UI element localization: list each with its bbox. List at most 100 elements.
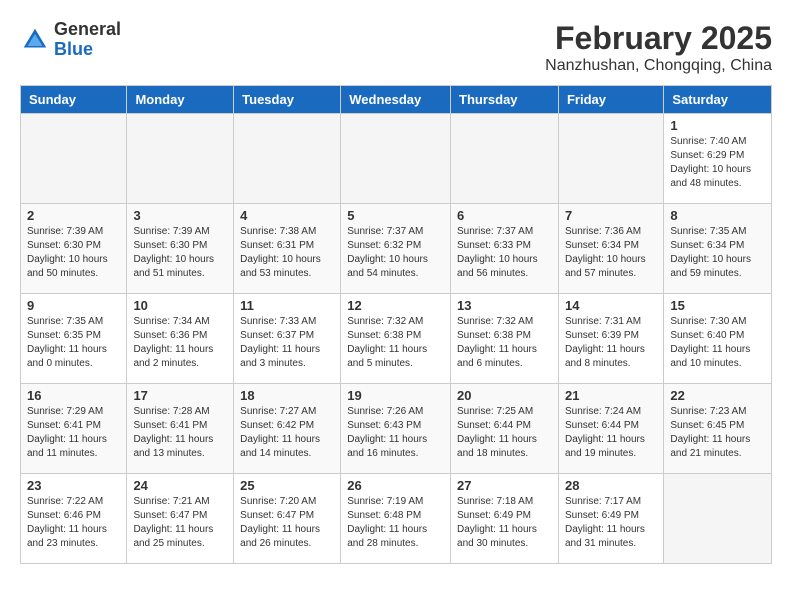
day-info: Sunrise: 7:39 AM Sunset: 6:30 PM Dayligh… (133, 225, 227, 281)
day-number: 12 (347, 298, 444, 313)
header-friday: Friday (558, 86, 663, 114)
title-block: February 2025 Nanzhushan, Chongqing, Chi… (545, 20, 772, 75)
day-info: Sunrise: 7:32 AM Sunset: 6:38 PM Dayligh… (457, 315, 552, 371)
table-row: 23 Sunrise: 7:22 AM Sunset: 6:46 PM Dayli… (21, 474, 127, 564)
header-thursday: Thursday (451, 86, 559, 114)
day-number: 5 (347, 208, 444, 223)
day-number: 23 (27, 478, 120, 493)
day-info: Sunrise: 7:34 AM Sunset: 6:36 PM Dayligh… (133, 315, 227, 371)
day-info: Sunrise: 7:35 AM Sunset: 6:35 PM Dayligh… (27, 315, 120, 371)
header-wednesday: Wednesday (341, 86, 451, 114)
day-info: Sunrise: 7:21 AM Sunset: 6:47 PM Dayligh… (133, 495, 227, 551)
table-row (127, 114, 234, 204)
table-row: 16 Sunrise: 7:29 AM Sunset: 6:41 PM Dayli… (21, 384, 127, 474)
table-row: 8 Sunrise: 7:35 AM Sunset: 6:34 PM Daylig… (664, 204, 772, 294)
calendar-week-row: 23 Sunrise: 7:22 AM Sunset: 6:46 PM Dayli… (21, 474, 772, 564)
day-info: Sunrise: 7:35 AM Sunset: 6:34 PM Dayligh… (670, 225, 765, 281)
calendar-week-row: 1 Sunrise: 7:40 AM Sunset: 6:29 PM Daylig… (21, 114, 772, 204)
day-info: Sunrise: 7:39 AM Sunset: 6:30 PM Dayligh… (27, 225, 120, 281)
table-row (451, 114, 559, 204)
day-info: Sunrise: 7:18 AM Sunset: 6:49 PM Dayligh… (457, 495, 552, 551)
day-number: 14 (565, 298, 657, 313)
header-monday: Monday (127, 86, 234, 114)
table-row (558, 114, 663, 204)
day-number: 15 (670, 298, 765, 313)
table-row: 19Sunrise: 7:26 AM Sunset: 6:43 PM Dayli… (341, 384, 451, 474)
table-row: 13 Sunrise: 7:32 AM Sunset: 6:38 PM Dayli… (451, 294, 559, 384)
table-row: 24 Sunrise: 7:21 AM Sunset: 6:47 PM Dayli… (127, 474, 234, 564)
day-number: 6 (457, 208, 552, 223)
table-row: 25 Sunrise: 7:20 AM Sunset: 6:47 PM Dayli… (234, 474, 341, 564)
table-row: 6 Sunrise: 7:37 AM Sunset: 6:33 PM Daylig… (451, 204, 559, 294)
table-row: 15 Sunrise: 7:30 AM Sunset: 6:40 PM Dayli… (664, 294, 772, 384)
day-info: Sunrise: 7:37 AM Sunset: 6:33 PM Dayligh… (457, 225, 552, 281)
day-number: 16 (27, 388, 120, 403)
day-info: Sunrise: 7:33 AM Sunset: 6:37 PM Dayligh… (240, 315, 334, 371)
day-info: Sunrise: 7:32 AM Sunset: 6:38 PM Dayligh… (347, 315, 444, 371)
day-info: Sunrise: 7:38 AM Sunset: 6:31 PM Dayligh… (240, 225, 334, 281)
table-row: 9Sunrise: 7:35 AM Sunset: 6:35 PM Daylig… (21, 294, 127, 384)
day-info: Sunrise: 7:19 AM Sunset: 6:48 PM Dayligh… (347, 495, 444, 551)
day-info: Sunrise: 7:36 AM Sunset: 6:34 PM Dayligh… (565, 225, 657, 281)
day-info: Sunrise: 7:40 AM Sunset: 6:29 PM Dayligh… (670, 135, 765, 191)
day-number: 24 (133, 478, 227, 493)
day-number: 26 (347, 478, 444, 493)
calendar-table: Sunday Monday Tuesday Wednesday Thursday… (20, 85, 772, 564)
day-number: 25 (240, 478, 334, 493)
table-row: 14 Sunrise: 7:31 AM Sunset: 6:39 PM Dayli… (558, 294, 663, 384)
day-info: Sunrise: 7:20 AM Sunset: 6:47 PM Dayligh… (240, 495, 334, 551)
day-number: 8 (670, 208, 765, 223)
day-number: 7 (565, 208, 657, 223)
table-row: 3 Sunrise: 7:39 AM Sunset: 6:30 PM Daylig… (127, 204, 234, 294)
day-info: Sunrise: 7:22 AM Sunset: 6:46 PM Dayligh… (27, 495, 120, 551)
day-info: Sunrise: 7:24 AM Sunset: 6:44 PM Dayligh… (565, 405, 657, 461)
header-tuesday: Tuesday (234, 86, 341, 114)
day-number: 20 (457, 388, 552, 403)
location-title: Nanzhushan, Chongqing, China (545, 57, 772, 75)
day-number: 4 (240, 208, 334, 223)
day-number: 18 (240, 388, 334, 403)
day-info: Sunrise: 7:28 AM Sunset: 6:41 PM Dayligh… (133, 405, 227, 461)
day-number: 1 (670, 118, 765, 133)
logo-icon (20, 25, 50, 55)
header-saturday: Saturday (664, 86, 772, 114)
month-title: February 2025 (545, 20, 772, 57)
calendar-week-row: 9Sunrise: 7:35 AM Sunset: 6:35 PM Daylig… (21, 294, 772, 384)
day-info: Sunrise: 7:26 AM Sunset: 6:43 PM Dayligh… (347, 405, 444, 461)
table-row (341, 114, 451, 204)
calendar-week-row: 2Sunrise: 7:39 AM Sunset: 6:30 PM Daylig… (21, 204, 772, 294)
table-row: 1 Sunrise: 7:40 AM Sunset: 6:29 PM Daylig… (664, 114, 772, 204)
day-number: 3 (133, 208, 227, 223)
table-row: 21 Sunrise: 7:24 AM Sunset: 6:44 PM Dayli… (558, 384, 663, 474)
table-row: 5 Sunrise: 7:37 AM Sunset: 6:32 PM Daylig… (341, 204, 451, 294)
table-row: 28 Sunrise: 7:17 AM Sunset: 6:49 PM Dayli… (558, 474, 663, 564)
day-info: Sunrise: 7:37 AM Sunset: 6:32 PM Dayligh… (347, 225, 444, 281)
day-info: Sunrise: 7:30 AM Sunset: 6:40 PM Dayligh… (670, 315, 765, 371)
day-number: 28 (565, 478, 657, 493)
day-number: 17 (133, 388, 227, 403)
day-number: 10 (133, 298, 227, 313)
calendar-week-row: 16 Sunrise: 7:29 AM Sunset: 6:41 PM Dayli… (21, 384, 772, 474)
day-number: 13 (457, 298, 552, 313)
header-sunday: Sunday (21, 86, 127, 114)
day-number: 22 (670, 388, 765, 403)
day-info: Sunrise: 7:29 AM Sunset: 6:41 PM Dayligh… (27, 405, 120, 461)
table-row: 26 Sunrise: 7:19 AM Sunset: 6:48 PM Dayli… (341, 474, 451, 564)
day-info: Sunrise: 7:25 AM Sunset: 6:44 PM Dayligh… (457, 405, 552, 461)
day-info: Sunrise: 7:23 AM Sunset: 6:45 PM Dayligh… (670, 405, 765, 461)
day-info: Sunrise: 7:17 AM Sunset: 6:49 PM Dayligh… (565, 495, 657, 551)
table-row: 12 Sunrise: 7:32 AM Sunset: 6:38 PM Dayli… (341, 294, 451, 384)
day-number: 21 (565, 388, 657, 403)
day-info: Sunrise: 7:31 AM Sunset: 6:39 PM Dayligh… (565, 315, 657, 371)
table-row: 10 Sunrise: 7:34 AM Sunset: 6:36 PM Dayli… (127, 294, 234, 384)
table-row: 4 Sunrise: 7:38 AM Sunset: 6:31 PM Daylig… (234, 204, 341, 294)
table-row: 18Sunrise: 7:27 AM Sunset: 6:42 PM Dayli… (234, 384, 341, 474)
table-row (664, 474, 772, 564)
table-row: 22 Sunrise: 7:23 AM Sunset: 6:45 PM Dayli… (664, 384, 772, 474)
logo-text: General Blue (54, 20, 121, 60)
table-row: 20 Sunrise: 7:25 AM Sunset: 6:44 PM Dayli… (451, 384, 559, 474)
day-number: 11 (240, 298, 334, 313)
day-number: 27 (457, 478, 552, 493)
table-row (21, 114, 127, 204)
table-row: 11 Sunrise: 7:33 AM Sunset: 6:37 PM Dayli… (234, 294, 341, 384)
